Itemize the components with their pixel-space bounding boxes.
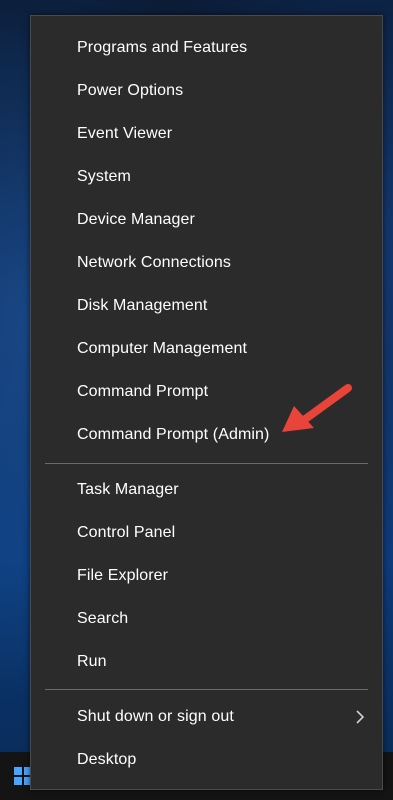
menu-item-control-panel[interactable]: Control Panel [31, 514, 382, 552]
menu-separator [45, 463, 368, 464]
menu-item-label: Search [77, 610, 129, 627]
power-user-menu: Programs and Features Power Options Even… [30, 15, 383, 790]
chevron-right-icon [356, 710, 365, 724]
menu-item-label: Desktop [77, 751, 137, 768]
menu-item-network-connections[interactable]: Network Connections [31, 244, 382, 282]
menu-item-device-manager[interactable]: Device Manager [31, 201, 382, 239]
menu-item-power-options[interactable]: Power Options [31, 72, 382, 110]
menu-item-command-prompt-admin[interactable]: Command Prompt (Admin) [31, 416, 382, 454]
menu-item-run[interactable]: Run [31, 643, 382, 681]
menu-item-label: Control Panel [77, 524, 176, 541]
menu-item-search[interactable]: Search [31, 600, 382, 638]
menu-item-label: Command Prompt [77, 383, 209, 400]
menu-item-label: Power Options [77, 82, 184, 99]
menu-item-label: Run [77, 653, 107, 670]
menu-item-label: File Explorer [77, 567, 169, 584]
menu-separator [45, 689, 368, 690]
menu-item-command-prompt[interactable]: Command Prompt [31, 373, 382, 411]
menu-item-disk-management[interactable]: Disk Management [31, 287, 382, 325]
menu-item-shut-down-or-sign-out[interactable]: Shut down or sign out [31, 698, 382, 736]
menu-item-task-manager[interactable]: Task Manager [31, 471, 382, 509]
menu-item-computer-management[interactable]: Computer Management [31, 330, 382, 368]
menu-item-label: Command Prompt (Admin) [77, 426, 270, 443]
menu-item-label: Network Connections [77, 254, 231, 271]
menu-item-label: Shut down or sign out [77, 708, 234, 725]
menu-item-label: Disk Management [77, 297, 208, 314]
menu-item-label: Programs and Features [77, 39, 248, 56]
menu-item-label: Device Manager [77, 211, 195, 228]
menu-item-event-viewer[interactable]: Event Viewer [31, 115, 382, 153]
menu-item-programs-and-features[interactable]: Programs and Features [31, 29, 382, 67]
menu-item-desktop[interactable]: Desktop [31, 741, 382, 779]
menu-item-system[interactable]: System [31, 158, 382, 196]
menu-item-label: Task Manager [77, 481, 179, 498]
menu-item-label: Computer Management [77, 340, 247, 357]
menu-item-file-explorer[interactable]: File Explorer [31, 557, 382, 595]
menu-item-label: System [77, 168, 131, 185]
menu-item-label: Event Viewer [77, 125, 173, 142]
